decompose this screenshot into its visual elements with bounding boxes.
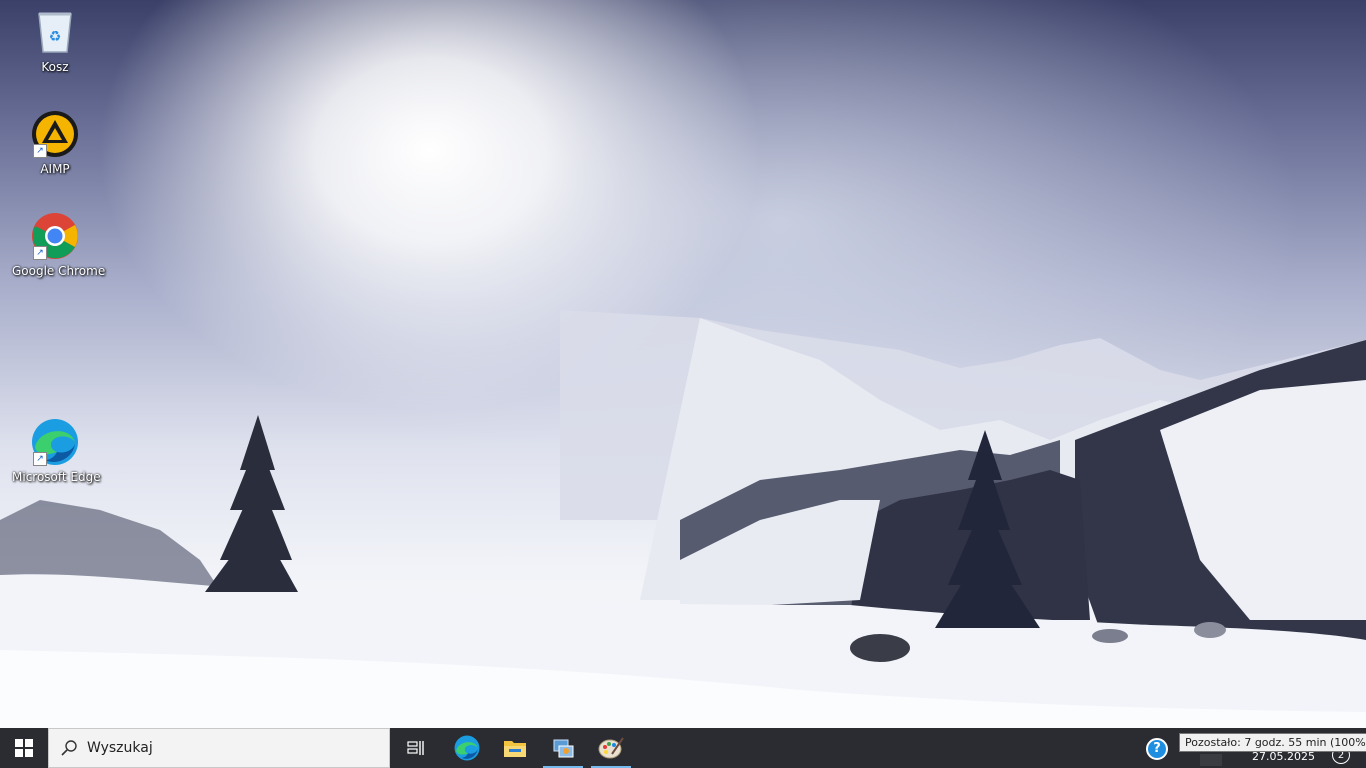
shortcut-arrow-icon: ↗ — [33, 246, 47, 260]
shortcut-arrow-icon: ↗ — [33, 144, 47, 158]
paint-icon — [598, 737, 624, 759]
search-placeholder: Wyszukaj — [87, 740, 153, 756]
desktop-icon-label: Microsoft Edge — [12, 470, 101, 484]
aimp-icon: ↗ — [31, 110, 79, 158]
control-panel-icon — [553, 739, 574, 758]
shortcut-arrow-icon: ↗ — [33, 452, 47, 466]
desktop-icon-google-chrome[interactable]: ↗ Google Chrome — [12, 212, 106, 278]
desktop-icon-label: Google Chrome — [12, 264, 106, 278]
taskbar-paint-button[interactable] — [587, 728, 635, 768]
task-view-button[interactable] — [392, 728, 440, 768]
edge-icon — [454, 735, 480, 761]
desktop-wallpaper — [0, 0, 1366, 728]
help-icon[interactable]: ? — [1146, 738, 1168, 760]
edge-icon: ↗ — [31, 418, 79, 466]
windows-logo-icon — [15, 739, 33, 757]
wallpaper-scene — [0, 310, 1366, 728]
desktop-icon-aimp[interactable]: ↗ AIMP — [12, 110, 98, 176]
chrome-icon: ↗ — [31, 212, 79, 260]
taskbar-edge-button[interactable] — [443, 728, 491, 768]
svg-text:♻: ♻ — [49, 29, 62, 45]
taskbar-control-panel-button[interactable] — [539, 728, 587, 768]
desktop-icon-recycle-bin[interactable]: ♻ Kosz — [12, 8, 98, 74]
task-view-icon — [407, 741, 424, 755]
desktop-icon-label: AIMP — [40, 162, 70, 176]
desktop-icon-microsoft-edge[interactable]: ↗ Microsoft Edge — [12, 418, 101, 484]
taskbar-file-explorer-button[interactable] — [491, 728, 539, 768]
file-explorer-icon — [504, 741, 526, 757]
battery-icon[interactable] — [1200, 754, 1222, 766]
recycle-bin-icon: ♻ — [31, 8, 79, 56]
search-icon — [61, 740, 77, 756]
battery-tooltip: Pozostało: 7 godz. 55 min (100%) — [1179, 733, 1366, 752]
start-button[interactable] — [0, 728, 48, 768]
search-box[interactable]: Wyszukaj — [48, 728, 390, 768]
desktop-icon-label: Kosz — [41, 60, 69, 74]
